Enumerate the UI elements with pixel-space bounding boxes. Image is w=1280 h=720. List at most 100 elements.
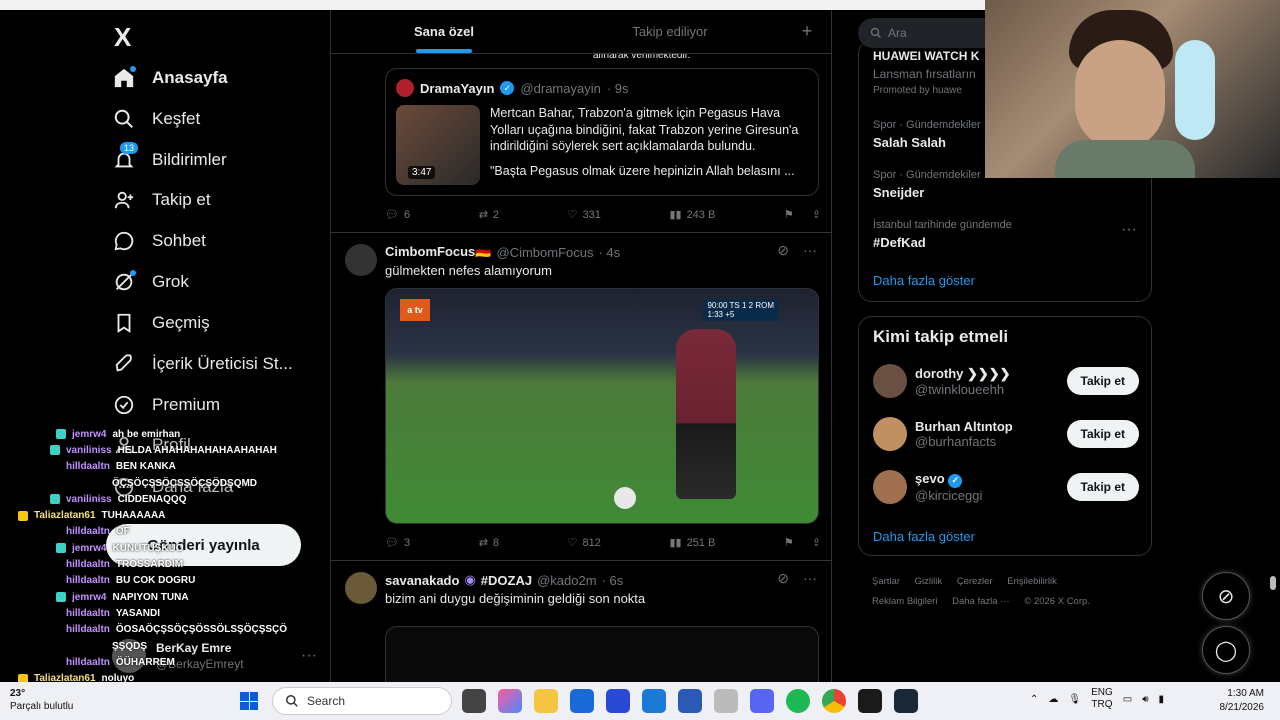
copyright: © 2026 X Corp. xyxy=(1024,596,1090,607)
add-tab-icon[interactable]: + xyxy=(783,10,831,53)
tweet[interactable]: savanakado ◉ #DOZAJ @kado2m · 6s ⊘ ··· bi… xyxy=(331,560,831,682)
grok-icon[interactable]: ⊘ xyxy=(777,242,789,259)
follow-button[interactable]: Takip et xyxy=(1066,420,1139,448)
footer-link[interactable]: Çerezler xyxy=(957,576,993,587)
x-logo[interactable]: X xyxy=(114,22,131,53)
outlook-icon[interactable] xyxy=(642,689,666,713)
more-dots-icon[interactable]: ··· xyxy=(301,647,317,665)
taskbar-search[interactable]: Search xyxy=(272,687,452,715)
bookmark-icon[interactable]: ⚑ xyxy=(784,208,794,221)
terminal-icon[interactable] xyxy=(858,689,882,713)
battery-icon[interactable]: ▮ xyxy=(1159,694,1165,705)
tab-following[interactable]: Takip ediliyor xyxy=(557,10,783,53)
views-button[interactable]: ▮▮ 243 B xyxy=(669,208,715,222)
search-input[interactable]: Ara xyxy=(858,18,998,48)
tab-for-you[interactable]: Sana özel xyxy=(331,10,557,53)
promo-title[interactable]: HUAWEI WATCH K xyxy=(873,49,979,63)
nav-creator-studio[interactable]: İçerik Üreticisi St... xyxy=(112,347,293,381)
windows-start-icon[interactable] xyxy=(240,692,258,710)
chat-badge-icon xyxy=(56,429,66,440)
follow-button[interactable]: Takip et xyxy=(1066,473,1139,501)
monitor-icon[interactable]: ▭ xyxy=(1123,694,1132,705)
nav-explore[interactable]: Keşfet xyxy=(112,102,200,136)
chevron-up-icon[interactable]: ⌃ xyxy=(1030,694,1038,705)
nav-premium[interactable]: Premium xyxy=(112,388,220,422)
video-thumbnail[interactable]: 3:47 xyxy=(396,105,480,185)
language-indicator[interactable]: ENG TRQ xyxy=(1091,687,1113,711)
chat-line: vaniliniss HELDA AHAHAHAHAHAAHAHAH xyxy=(0,442,300,458)
suggestion-row[interactable]: Burhan Altıntop @burhanfacts Takip et xyxy=(873,414,1139,454)
like-button[interactable]: ♡ 812 xyxy=(568,536,601,550)
store-icon[interactable] xyxy=(570,689,594,713)
chat-line: hilldaaltn YASANDI xyxy=(66,607,160,619)
tweet-time: · 6s xyxy=(601,572,624,588)
chat-line: jemrw4 ah be emirhan xyxy=(0,426,300,442)
share-icon[interactable]: ⇪ xyxy=(812,536,821,549)
settings-icon[interactable] xyxy=(714,689,738,713)
views-button[interactable]: ▮▮ 251 B xyxy=(669,536,715,550)
game-icon[interactable] xyxy=(606,689,630,713)
more-icon[interactable]: ··· xyxy=(1121,221,1137,239)
copilot-icon[interactable] xyxy=(498,689,522,713)
footer-link[interactable]: Daha fazla ··· xyxy=(952,596,1010,607)
steam-icon[interactable] xyxy=(894,689,918,713)
quoted-tweet[interactable]: DramaYayın ✓ @dramayayin · 9s 3:47 Mertc… xyxy=(385,68,819,196)
footer-link[interactable]: Reklam Bilgileri xyxy=(872,596,937,607)
nav-home[interactable]: Anasayfa xyxy=(112,61,228,95)
tweet[interactable]: CimbomFocus🇩🇪 @CimbomFocus · 4s ⊘ ··· gül… xyxy=(331,232,831,562)
messages-fab-button[interactable]: ◯ xyxy=(1202,626,1250,674)
footer-link[interactable]: Gizlilik xyxy=(915,576,942,587)
chrome-icon[interactable] xyxy=(822,689,846,713)
suggestion-row[interactable]: dorothy ❯❯❯❯ @twinkloueehh Takip et xyxy=(873,361,1139,401)
discord-icon[interactable] xyxy=(750,689,774,713)
timeline-tabs: Sana özel Takip ediliyor + xyxy=(331,10,831,54)
grok-icon[interactable]: ⊘ xyxy=(777,570,789,587)
scoreboard: 90:00 TS 1 2 ROM 1:33 +5 xyxy=(703,299,778,321)
bookmark-icon[interactable]: ⚑ xyxy=(784,536,794,549)
footer-link[interactable]: Erişilebilirlik xyxy=(1007,576,1057,587)
repost-button[interactable]: ⇄ 2 xyxy=(479,208,499,222)
trend-item[interactable]: Spor · Gündemdekiler Sneijder xyxy=(873,169,981,200)
reply-button[interactable]: 💬︎ 6 xyxy=(385,208,410,222)
nav-label-chat: Sohbet xyxy=(152,231,206,250)
task-view-icon[interactable] xyxy=(462,689,486,713)
spotify-icon[interactable] xyxy=(786,689,810,713)
trend-item[interactable]: İstanbul tarihinde gündemde #DefKad xyxy=(873,219,1012,250)
more-icon[interactable]: ··· xyxy=(803,242,817,259)
chat-line: ÖÇŞÖÇŞSÖÇSŞÖÇŞÖDŞQMD xyxy=(112,477,258,489)
show-more-trends-link[interactable]: Daha fazla göster xyxy=(873,273,975,288)
suggestion-row[interactable]: şevo ✓ @kirciceggi Takip et xyxy=(873,467,1139,507)
stream-chat-overlay: jemrw4 ah be emirhan vaniliniss HELDA AHAH… xyxy=(0,426,300,686)
footer-link[interactable]: Şartlar xyxy=(872,576,900,587)
nav-notifications[interactable]: 13 Bildirimler xyxy=(112,142,227,177)
like-button[interactable]: ♡ 331 xyxy=(568,208,601,222)
avatar xyxy=(873,470,907,504)
cloud-icon[interactable]: ☁ xyxy=(1048,694,1058,705)
app-icon[interactable] xyxy=(678,689,702,713)
trend-item[interactable]: Spor · Gündemdekiler Salah Salah xyxy=(873,119,981,150)
scrollbar[interactable] xyxy=(1270,576,1276,590)
weather-widget[interactable]: 23° Parçalı bulutlu xyxy=(10,687,73,713)
repost-button[interactable]: ⇄ 8 xyxy=(479,536,499,550)
nav-chat[interactable]: Sohbet xyxy=(112,224,206,258)
share-icon[interactable]: ⇪ xyxy=(812,208,821,221)
tweet-media[interactable] xyxy=(385,626,819,682)
follow-button[interactable]: Takip et xyxy=(1066,367,1139,395)
nav-bookmarks[interactable]: Geçmiş xyxy=(112,306,210,340)
chat-line: hilldaaltn ÖÜHARREM xyxy=(66,656,175,668)
file-explorer-icon[interactable] xyxy=(534,689,558,713)
reply-button[interactable]: 💬︎ 3 xyxy=(385,536,410,550)
volume-icon[interactable]: 🔊︎ xyxy=(1142,694,1148,705)
show-more-suggestions-link[interactable]: Daha fazla göster xyxy=(873,529,975,544)
tweet-video[interactable]: a tv 90:00 TS 1 2 ROM 1:33 +5 xyxy=(385,288,819,524)
nav-grok[interactable]: Grok xyxy=(112,265,189,299)
clock[interactable]: 1:30 AM 8/21/2026 xyxy=(1212,687,1265,715)
chat-line: hilldaaltn OF xyxy=(66,526,130,538)
mic-icon[interactable]: 🎙︎ xyxy=(1068,694,1081,705)
tweet-author-name: CimbomFocus🇩🇪 xyxy=(385,244,492,259)
more-icon[interactable]: ··· xyxy=(803,570,817,587)
nav-follow[interactable]: Takip et xyxy=(112,183,211,217)
nav-label-creator-studio: İçerik Üreticisi St... xyxy=(152,354,293,373)
taskbar-apps xyxy=(462,689,918,713)
grok-fab-button[interactable]: ⊘ xyxy=(1202,572,1250,620)
